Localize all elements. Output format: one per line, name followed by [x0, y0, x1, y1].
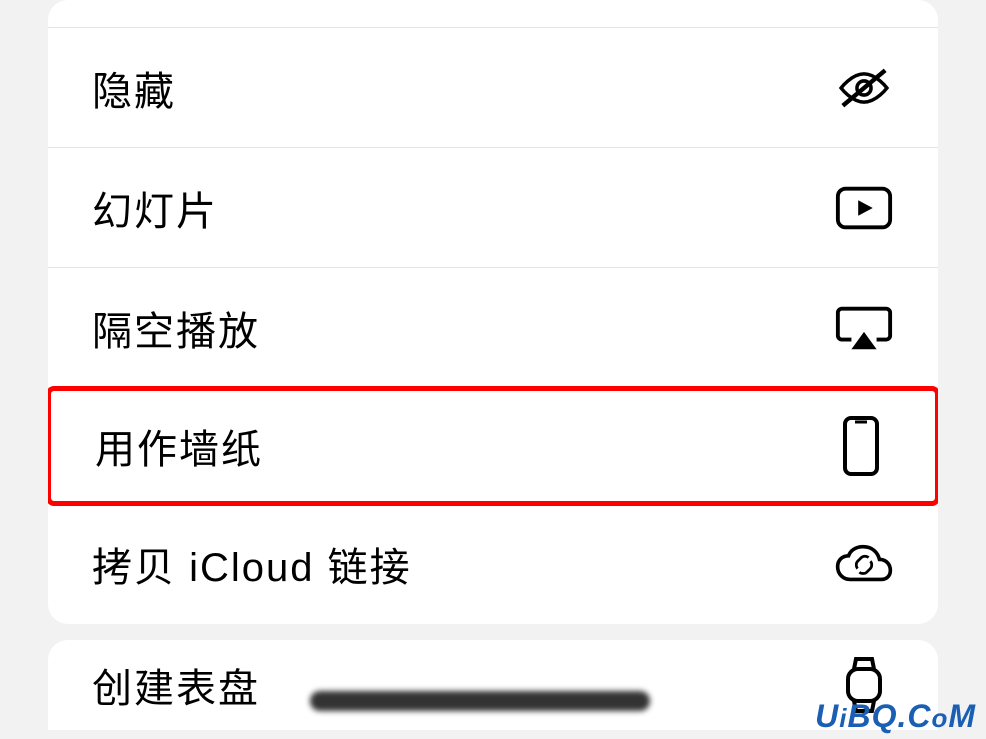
airplay-icon: [834, 298, 894, 358]
blur-overlay: [310, 691, 650, 711]
menu-item-hide[interactable]: 隐藏: [48, 28, 938, 148]
play-rect-icon: [834, 178, 894, 238]
menu-item-create-watchface[interactable]: 创建表盘: [48, 640, 938, 730]
menu-item-copy-icloud-link[interactable]: 拷贝 iCloud 链接: [48, 504, 938, 624]
eye-slash-icon: [834, 58, 894, 118]
phone-icon: [831, 416, 891, 476]
menu-label: 创建表盘: [92, 656, 260, 714]
menu-item-wallpaper[interactable]: 用作墙纸: [48, 386, 938, 506]
cloud-link-icon: [834, 534, 894, 594]
menu-label: 隐藏: [92, 59, 176, 117]
menu-item-slideshow[interactable]: 幻灯片: [48, 148, 938, 268]
menu-item-airplay[interactable]: 隔空播放: [48, 268, 938, 388]
menu-item-partial[interactable]: [48, 0, 938, 28]
watermark-text: UiBQ.CoM: [815, 698, 976, 735]
action-menu-list: 隐藏 幻灯片 隔空播放 用作墙纸: [48, 0, 938, 624]
menu-label: 幻灯片: [92, 179, 218, 237]
menu-label: 隔空播放: [92, 299, 260, 357]
menu-label: 拷贝 iCloud 链接: [92, 535, 412, 593]
menu-label: 用作墙纸: [95, 417, 263, 475]
secondary-menu-list: 创建表盘: [48, 640, 938, 730]
